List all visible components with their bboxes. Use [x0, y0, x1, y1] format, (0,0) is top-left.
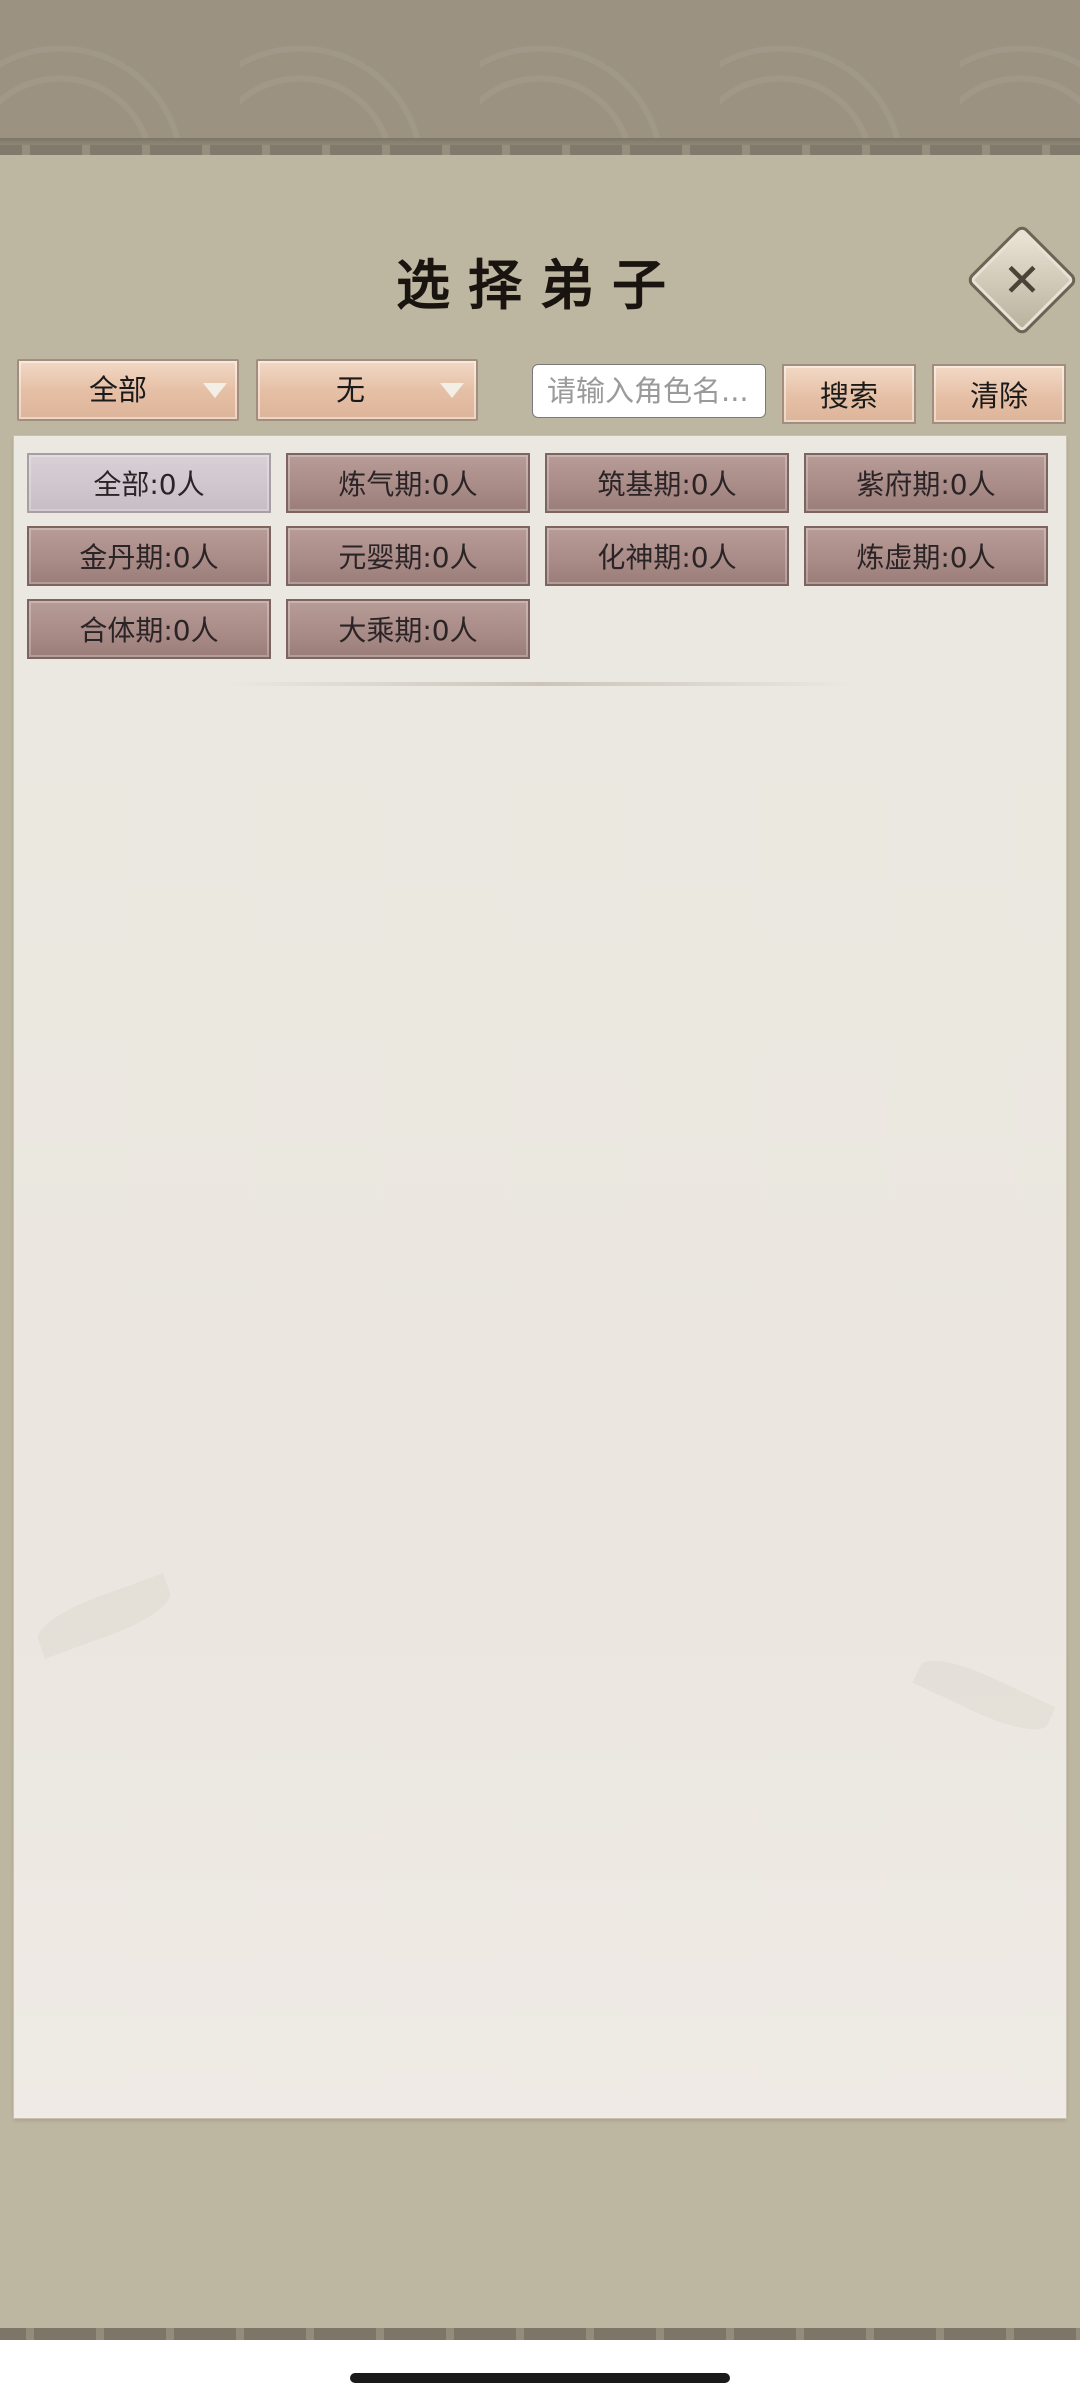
clear-button[interactable]: 清除 — [932, 364, 1066, 424]
top-pattern-band — [0, 0, 1080, 150]
realm-chip-all[interactable]: 全部:0人 — [27, 453, 271, 513]
search-input[interactable]: 请输入角色名... — [532, 364, 766, 418]
realm-chip-heti[interactable]: 合体期:0人 — [27, 599, 271, 659]
close-icon: ✕ — [1002, 253, 1042, 307]
type-dropdown-value: 无 — [336, 373, 366, 407]
realm-chip-dacheng[interactable]: 大乘期:0人 — [286, 599, 530, 659]
realm-chip-zifu[interactable]: 紫府期:0人 — [804, 453, 1048, 513]
realm-chip-lianqi[interactable]: 炼气期:0人 — [286, 453, 530, 513]
realm-chip-zhuji[interactable]: 筑基期:0人 — [545, 453, 789, 513]
bamboo-decoration — [912, 1648, 1056, 1742]
divider — [230, 682, 850, 686]
scope-dropdown-value: 全部 — [89, 373, 148, 407]
realm-chip-yuanying[interactable]: 元婴期:0人 — [286, 526, 530, 586]
chevron-down-icon — [203, 383, 227, 398]
realm-chip-huashen[interactable]: 化神期:0人 — [545, 526, 789, 586]
search-button[interactable]: 搜索 — [782, 364, 916, 424]
chevron-down-icon — [440, 383, 464, 398]
dialog-title: 选择弟子 — [396, 253, 684, 317]
home-indicator[interactable] — [350, 2373, 730, 2383]
screen: 选择弟子 ✕ 全部 无 请输入角色名... 搜索 清除 全部:0人 炼气期:0人… — [0, 0, 1080, 2400]
scope-dropdown[interactable]: 全部 — [17, 359, 239, 421]
disciple-list-area — [14, 436, 1066, 2118]
realm-chip-lianxu[interactable]: 炼虚期:0人 — [804, 526, 1048, 586]
realm-chip-jindan[interactable]: 金丹期:0人 — [27, 526, 271, 586]
type-dropdown[interactable]: 无 — [256, 359, 478, 421]
bamboo-decoration — [31, 1573, 177, 1659]
